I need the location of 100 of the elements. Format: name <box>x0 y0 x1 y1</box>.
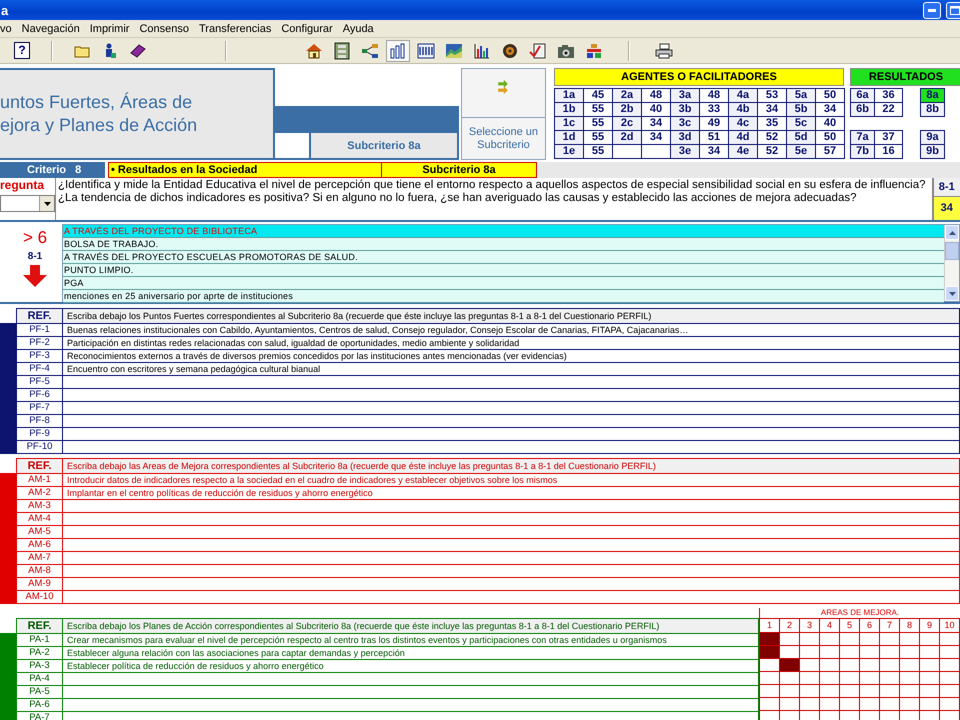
code-cell[interactable]: 2b <box>612 102 642 117</box>
matrix-cell[interactable] <box>820 646 840 659</box>
code-cell[interactable]: 3a <box>670 88 700 103</box>
entry-cell[interactable]: Establecer alguna relación con las asociaciones para captar demandas y percepción <box>63 647 759 659</box>
code-cell[interactable]: 5d <box>786 130 816 145</box>
matrix-cell[interactable] <box>900 698 920 711</box>
matrix-cell[interactable] <box>840 698 860 711</box>
matrix-cell[interactable] <box>800 698 820 711</box>
matrix-cell[interactable] <box>820 685 840 698</box>
code-cell[interactable]: 2c <box>612 116 642 131</box>
matrix-cell[interactable] <box>760 646 780 659</box>
answer-item[interactable]: A TRAVÉS DEL PROYECTO ESCUELAS PROMOTORAS DE SALUD. <box>63 251 944 264</box>
code-cell[interactable]: 7b <box>850 144 875 159</box>
matrix-cell[interactable] <box>820 659 840 672</box>
select-subcriterion-button[interactable]: Seleccione un Subcriterio <box>460 68 546 160</box>
scroll-thumb[interactable] <box>945 242 959 260</box>
matrix-cell[interactable] <box>800 672 820 685</box>
matrix-cell[interactable] <box>900 633 920 646</box>
matrix-cell[interactable] <box>860 672 880 685</box>
entry-cell[interactable]: Establecer política de reducción de residuos y ahorro energético <box>63 660 759 672</box>
code-cell[interactable]: 4c <box>728 116 758 131</box>
matrix-cell[interactable] <box>880 672 900 685</box>
entry-cell[interactable]: Implantar en el centro políticas de reducción de residuos y ahorro energético <box>63 487 960 499</box>
code-cell[interactable]: 1d <box>554 130 584 145</box>
matrix-cell[interactable] <box>840 633 860 646</box>
matrix-cell[interactable] <box>780 672 800 685</box>
matrix-cell[interactable] <box>800 659 820 672</box>
code-cell[interactable]: 4e <box>728 144 758 159</box>
matrix-cell[interactable] <box>780 659 800 672</box>
matrix-cell[interactable] <box>920 685 940 698</box>
matrix-cell[interactable] <box>920 646 940 659</box>
matrix-cell[interactable] <box>820 672 840 685</box>
code-cell[interactable]: 6a <box>850 88 875 103</box>
answer-item[interactable]: BOLSA DE TRABAJO. <box>63 238 944 251</box>
code-cell[interactable]: 3d <box>670 130 700 145</box>
answer-item[interactable]: PUNTO LIMPIO. <box>63 264 944 277</box>
code-cell[interactable]: 4b <box>728 102 758 117</box>
question-dropdown[interactable] <box>0 195 55 212</box>
code-cell[interactable]: 3b <box>670 102 700 117</box>
code-cell[interactable]: 1e <box>554 144 584 159</box>
code-cell[interactable]: 1a <box>554 88 584 103</box>
matrix-cell[interactable] <box>920 659 940 672</box>
answer-item[interactable]: PGA <box>63 277 944 290</box>
entry-cell[interactable]: Encuentro con escritores y semana pedagógica cultural bianual <box>63 363 960 375</box>
menu-item[interactable]: Navegación <box>16 22 85 34</box>
toolbar-button[interactable]: ? <box>10 40 34 62</box>
toolbar-button[interactable] <box>386 40 410 62</box>
code-cell[interactable]: 9b <box>920 144 945 159</box>
entry-cell[interactable]: Buenas relaciones institucionales con Cabildo, Ayuntamientos, Centros de salud, Consejo regulador, Consejo Escolar de Canarias, FITAPA, Cajacanarias… <box>63 324 960 336</box>
matrix-cell[interactable] <box>900 659 920 672</box>
matrix-cell[interactable] <box>800 646 820 659</box>
matrix-cell[interactable] <box>760 698 780 711</box>
minimize-button[interactable] <box>923 2 941 18</box>
code-cell[interactable]: 5c <box>786 116 816 131</box>
code-cell[interactable]: 4d <box>728 130 758 145</box>
code-cell[interactable]: 5a <box>786 88 816 103</box>
matrix-cell[interactable] <box>900 672 920 685</box>
matrix-cell[interactable] <box>940 685 960 698</box>
answer-item[interactable]: menciones en 25 aniversario por aprte de instituciones <box>63 290 944 303</box>
matrix-cell[interactable] <box>840 659 860 672</box>
matrix-cell[interactable] <box>920 672 940 685</box>
code-cell[interactable]: 3c <box>670 116 700 131</box>
matrix-cell[interactable] <box>800 633 820 646</box>
menu-item[interactable]: Configurar <box>276 22 338 34</box>
matrix-cell[interactable] <box>880 698 900 711</box>
maximize-button[interactable] <box>946 2 960 18</box>
code-cell[interactable]: 2a <box>612 88 642 103</box>
matrix-cell[interactable] <box>940 659 960 672</box>
matrix-cell[interactable] <box>800 685 820 698</box>
code-cell[interactable]: 8b <box>920 102 945 117</box>
matrix-cell[interactable] <box>760 672 780 685</box>
code-cell[interactable]: 5b <box>786 102 816 117</box>
entry-cell[interactable]: Reconocimientos externos a través de diversos premios concedidos por las instituciones antes mencionadas (ver evidencias) <box>63 350 960 362</box>
matrix-cell[interactable] <box>840 685 860 698</box>
menu-item[interactable]: Imprimir <box>84 22 134 34</box>
matrix-cell[interactable] <box>900 646 920 659</box>
matrix-cell[interactable] <box>780 698 800 711</box>
matrix-cell[interactable] <box>760 685 780 698</box>
code-cell[interactable]: 3e <box>670 144 700 159</box>
matrix-cell[interactable] <box>860 685 880 698</box>
matrix-cell[interactable] <box>820 633 840 646</box>
matrix-cell[interactable] <box>840 646 860 659</box>
matrix-cell[interactable] <box>780 685 800 698</box>
matrix-cell[interactable] <box>880 646 900 659</box>
matrix-cell[interactable] <box>860 646 880 659</box>
code-cell[interactable]: 6b <box>850 102 875 117</box>
entry-cell[interactable]: Introducir datos de indicadores respecto a la sociedad en el cuadro de indicadores y establecer objetivos sobre los mismos <box>63 474 960 486</box>
entry-cell[interactable]: Crear mecanismos para evaluar el nivel de percepción respecto al centro tras los distintos eventos y participaciones con otras entidades u organismos <box>63 634 759 646</box>
matrix-cell[interactable] <box>920 633 940 646</box>
matrix-cell[interactable] <box>760 633 780 646</box>
entry-cell[interactable]: Participación en distintas redes relacionadas con salud, igualdad de oportunidades, medio ambiente y solidaridad <box>63 337 960 349</box>
code-cell[interactable]: 8a <box>920 88 945 103</box>
menu-item[interactable]: vo <box>0 22 17 34</box>
matrix-cell[interactable] <box>940 672 960 685</box>
menu-item[interactable]: Consenso <box>134 22 194 34</box>
matrix-cell[interactable] <box>840 672 860 685</box>
matrix-cell[interactable] <box>860 698 880 711</box>
matrix-cell[interactable] <box>880 633 900 646</box>
scrollbar[interactable] <box>944 225 959 301</box>
matrix-cell[interactable] <box>860 659 880 672</box>
